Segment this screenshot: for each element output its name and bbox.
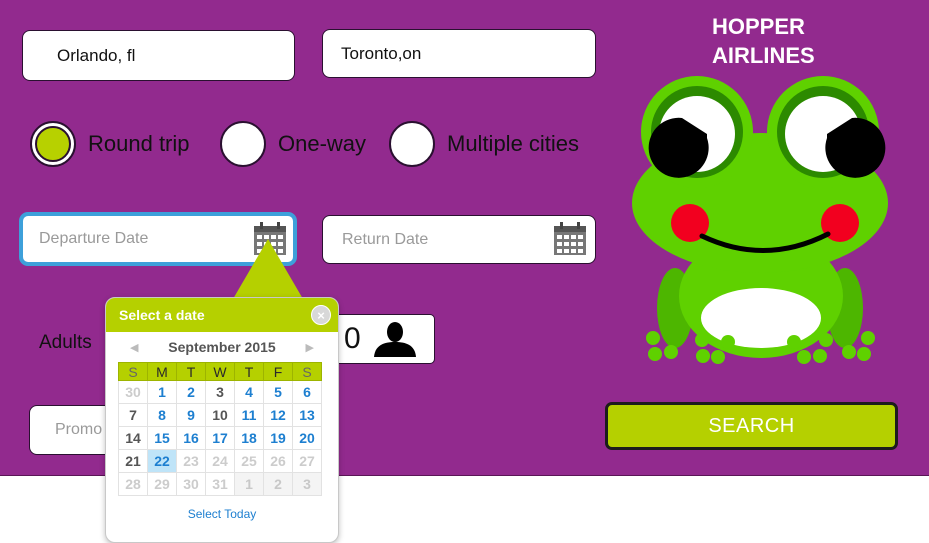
adults-label: Adults — [39, 332, 92, 353]
weekday-header: S — [118, 362, 148, 381]
datepicker-grid: S M T W T F S 30 1 2 3 4 5 6 7 8 9 10 11 12 13 14 15 16 1… — [118, 362, 322, 496]
calendar-day[interactable]: 3 — [205, 380, 235, 404]
calendar-day[interactable]: 25 — [234, 449, 264, 473]
calendar-day[interactable]: 11 — [234, 403, 264, 427]
calendar-day[interactable]: 17 — [205, 426, 235, 450]
weekday-header: M — [147, 362, 177, 381]
adults-counter[interactable]: 0 — [334, 314, 435, 364]
radio-selected-indicator[interactable] — [30, 121, 76, 167]
weekday-header: F — [263, 362, 293, 381]
person-icon — [374, 322, 416, 357]
calendar-day[interactable]: 31 — [205, 472, 235, 496]
calendar-day[interactable]: 1 — [234, 472, 264, 496]
calendar-week-row: 7 8 9 10 11 12 13 — [118, 403, 322, 427]
weekday-row: S M T W T F S — [118, 362, 322, 381]
calendar-day[interactable]: 19 — [263, 426, 293, 450]
frog-mascot-image — [632, 76, 888, 364]
datepicker-nav: ◀ September 2015 ▶ — [106, 332, 338, 362]
calendar-day[interactable]: 7 — [118, 403, 148, 427]
calendar-day[interactable]: 16 — [176, 426, 206, 450]
calendar-day[interactable]: 2 — [263, 472, 293, 496]
datepicker-pointer — [233, 239, 303, 299]
calendar-day[interactable]: 1 — [147, 380, 177, 404]
search-button-label: SEARCH — [708, 414, 795, 437]
weekday-header: T — [176, 362, 206, 381]
radio-one-way[interactable]: One-way — [220, 121, 366, 167]
app-title-line1: HOPPER — [712, 14, 805, 39]
radio-multiple-cities[interactable]: Multiple cities — [389, 121, 579, 167]
calendar-day[interactable]: 30 — [176, 472, 206, 496]
app-title: HOPPER AIRLINES — [712, 12, 815, 70]
return-date-placeholder: Return Date — [342, 230, 429, 248]
radio-one-way-label: One-way — [278, 131, 367, 156]
calendar-week-row: 28 29 30 31 1 2 3 — [118, 472, 322, 496]
datepicker-month: September 2015 — [168, 339, 276, 355]
calendar-day[interactable]: 23 — [176, 449, 206, 473]
radio-multiple-cities-label: Multiple cities — [447, 131, 580, 156]
next-month-icon[interactable]: ▶ — [306, 341, 314, 354]
calendar-day[interactable]: 10 — [205, 403, 235, 427]
calendar-day[interactable]: 5 — [263, 380, 293, 404]
calendar-week-row: 21 22 23 24 25 26 27 — [118, 449, 322, 473]
calendar-day[interactable]: 15 — [147, 426, 177, 450]
calendar-week-row: 14 15 16 17 18 19 20 — [118, 426, 322, 450]
calendar-day[interactable]: 21 — [118, 449, 148, 473]
calendar-day[interactable]: 3 — [292, 472, 322, 496]
calendar-week-row: 30 1 2 3 4 5 6 — [118, 380, 322, 404]
datepicker-popup: Select a date × ◀ September 2015 ▶ S M T… — [105, 297, 339, 543]
calendar-day[interactable]: 28 — [118, 472, 148, 496]
adults-count: 0 — [344, 322, 361, 355]
close-icon[interactable]: × — [311, 305, 331, 325]
calendar-day[interactable]: 22 — [147, 449, 177, 473]
calendar-day[interactable]: 24 — [205, 449, 235, 473]
calendar-day[interactable]: 8 — [147, 403, 177, 427]
calendar-day[interactable]: 30 — [118, 380, 148, 404]
radio-round-trip-label: Round trip — [88, 131, 190, 156]
calendar-day[interactable]: 2 — [176, 380, 206, 404]
calendar-day[interactable]: 4 — [234, 380, 264, 404]
calendar-day[interactable]: 9 — [176, 403, 206, 427]
weekday-header: W — [205, 362, 235, 381]
calendar-day[interactable]: 6 — [292, 380, 322, 404]
select-today-link[interactable]: Select Today — [106, 507, 338, 521]
calendar-day[interactable]: 18 — [234, 426, 264, 450]
datepicker-header: Select a date × — [106, 298, 338, 332]
calendar-day[interactable]: 27 — [292, 449, 322, 473]
promo-placeholder: Promo — [55, 421, 103, 438]
app-title-line2: AIRLINES — [712, 43, 815, 68]
weekday-header: S — [292, 362, 322, 381]
destination-value: Toronto,on — [341, 43, 422, 63]
calendar-day[interactable]: 20 — [292, 426, 322, 450]
radio-indicator[interactable] — [389, 121, 435, 167]
departure-date-placeholder: Departure Date — [39, 230, 149, 247]
destination-input[interactable]: Toronto,on — [322, 29, 596, 78]
calendar-day[interactable]: 13 — [292, 403, 322, 427]
datepicker-title: Select a date — [119, 307, 205, 323]
radio-indicator[interactable] — [220, 121, 266, 167]
origin-input[interactable]: Orlando, fl — [22, 30, 295, 81]
calendar-icon[interactable] — [553, 222, 587, 256]
radio-round-trip[interactable]: Round trip — [30, 121, 190, 167]
calendar-day[interactable]: 29 — [147, 472, 177, 496]
prev-month-icon[interactable]: ◀ — [130, 341, 138, 354]
search-button[interactable]: SEARCH — [605, 402, 898, 450]
origin-value: Orlando, fl — [57, 45, 136, 65]
weekday-header: T — [234, 362, 264, 381]
calendar-day[interactable]: 14 — [118, 426, 148, 450]
calendar-day[interactable]: 26 — [263, 449, 293, 473]
calendar-day[interactable]: 12 — [263, 403, 293, 427]
